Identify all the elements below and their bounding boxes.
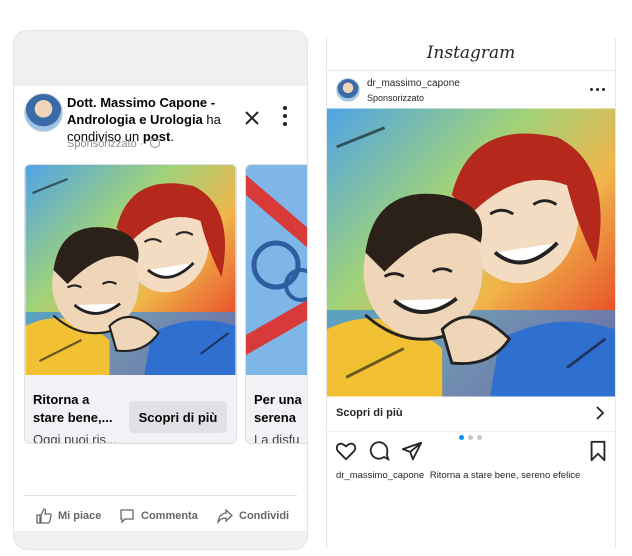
post-actions-bar: Mi piace Commenta Condividi [24,495,297,530]
facebook-ad-post: Dott. Massimo Capone - Andrologia e Urol… [14,86,307,531]
carousel-indicator [459,435,482,440]
ad-image [25,165,236,375]
more-options-icon[interactable] [280,106,290,130]
close-icon[interactable] [242,108,262,128]
card-footer: Ritorna a stare bene,... Oggi puoi ris..… [25,375,236,443]
sponsored-label: Sponsorizzato · [67,138,160,150]
page-name-link[interactable]: Dott. Massimo Capone - Andrologia e Urol… [67,95,215,127]
more-options-icon[interactable] [590,88,605,91]
like-label: Mi piace [58,510,102,522]
comment-icon[interactable] [368,440,390,462]
post-image[interactable] [327,108,615,397]
learn-more-bar[interactable]: Scopri di più [327,397,615,432]
carousel-dot [468,435,473,440]
card-footer: Per una serena La disfu [246,375,307,444]
send-icon[interactable] [401,440,423,462]
ad-image [246,165,307,375]
card-headline-line-2: serena [254,410,296,425]
caption-text: Ritorna a stare bene, sereno efelice [429,470,581,481]
comment-button[interactable]: Commenta [119,508,198,524]
carousel-card[interactable]: Ritorna a stare bene,... Oggi puoi ris..… [24,164,237,444]
carousel-card[interactable]: Per una serena La disfu [245,164,307,444]
card-description: Oggi puoi ris... [33,432,117,444]
post-caption: dr_massimo_capone Ritorna a stare bene, … [336,470,611,481]
profile-avatar[interactable] [336,78,360,102]
card-headline-line-1: Per una [254,392,302,407]
globe-icon [149,138,160,148]
card-headline-line-1: Ritorna a [33,392,90,407]
sponsored-text: Sponsorizzato [67,138,137,150]
card-headline: Per una serena [254,391,307,427]
header-divider [327,70,615,71]
comment-label: Commenta [141,510,198,522]
facebook-phone-mockup: Dott. Massimo Capone - Andrologia e Urol… [13,30,308,550]
learn-more-label: Scopri di più [336,407,403,419]
heart-icon[interactable] [335,440,357,462]
card-headline-line-2: stare bene,... [33,410,113,425]
sponsored-label: Sponsorizzato [367,93,425,103]
chevron-right-icon [596,406,605,420]
card-description: La disfu [254,432,300,444]
username-link[interactable]: dr_massimo_capone [367,78,460,89]
share-button[interactable]: Condividi [217,508,289,524]
comment-icon [120,509,134,524]
carousel-dot-active [459,435,464,440]
page-avatar[interactable] [24,93,63,132]
instagram-logo: Instagram [426,43,516,63]
instagram-phone-mockup: Instagram dr_massimo_capone Sponsorizzat… [326,38,616,548]
thumbs-up-icon [36,508,52,524]
bookmark-icon[interactable] [587,440,609,462]
share-label: Condividi [239,510,290,522]
post-suffix: . [170,129,174,144]
like-button[interactable]: Mi piace [36,508,101,524]
card-headline: Ritorna a stare bene,... [33,391,133,427]
share-icon [217,508,233,524]
carousel-dot [477,435,482,440]
learn-more-button[interactable]: Scopri di più [129,401,227,433]
caption-username[interactable]: dr_massimo_capone [336,470,424,481]
